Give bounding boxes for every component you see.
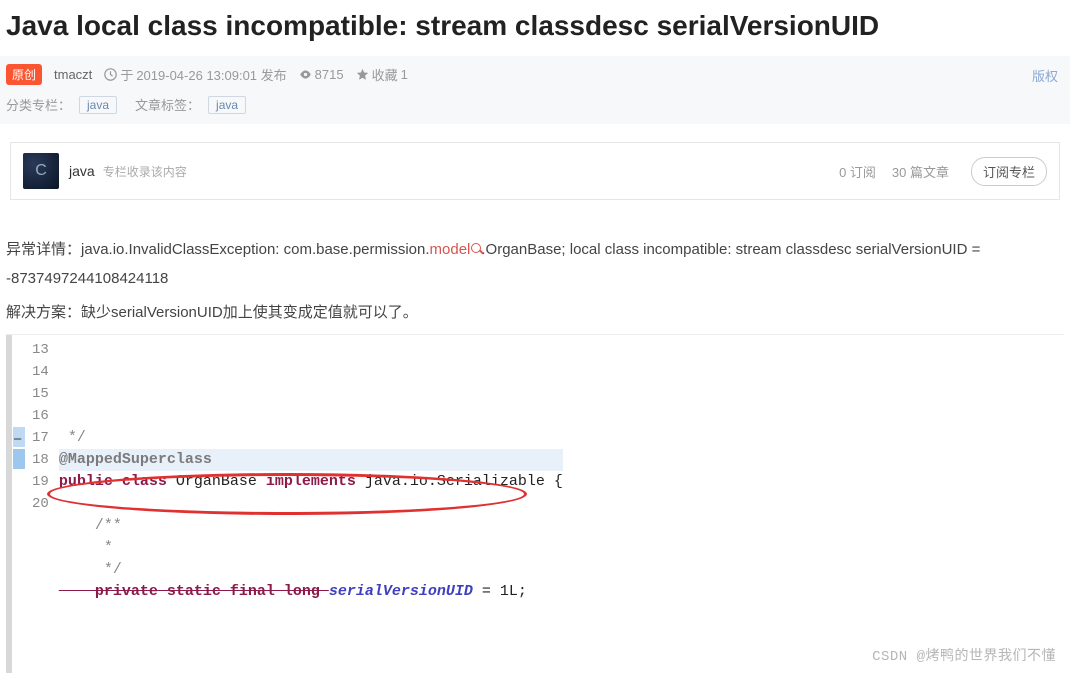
copyright-link[interactable]: 版权 [1032, 66, 1058, 85]
original-badge: 原创 [6, 64, 42, 85]
model-link[interactable]: model [430, 241, 482, 258]
eye-icon [299, 68, 312, 81]
code-block: − 1314151617181920 */ @MappedSuperclass … [6, 334, 1064, 673]
view-count: 8715 [299, 67, 344, 82]
star-icon [356, 68, 369, 81]
line-numbers: 1314151617181920 [26, 335, 59, 673]
category-tag[interactable]: java [79, 96, 117, 114]
meta-bar: 原创 tmaczt 于 2019-04-26 13:09:01 发布 8715 … [0, 56, 1070, 124]
solution-text: 解决方案：缺少serialVersionUID加上使其变成定值就可以了。 [6, 299, 1064, 328]
column-card: C java 专栏收录该内容 0 订阅 30 篇文章 订阅专栏 [10, 142, 1060, 200]
exception-detail: 异常详情：java.io.InvalidClassException: com.… [6, 236, 1064, 293]
code-lines: */ @MappedSuperclass public class OrganB… [59, 335, 563, 673]
subscribe-button[interactable]: 订阅专栏 [971, 157, 1047, 186]
article-title: Java local class incompatible: stream cl… [0, 0, 1070, 56]
fold-mark-icon[interactable]: − [13, 427, 25, 447]
column-desc: 专栏收录该内容 [103, 163, 187, 180]
fold-gutter: − [12, 335, 26, 673]
article-tag[interactable]: java [208, 96, 246, 114]
tag-label: 文章标签： [135, 95, 200, 114]
article-content: 异常详情：java.io.InvalidClassException: com.… [0, 200, 1070, 673]
category-label: 分类专栏： [6, 95, 71, 114]
column-articles: 30 篇文章 [892, 162, 949, 181]
author-link[interactable]: tmaczt [54, 67, 92, 82]
column-name[interactable]: java [69, 163, 95, 179]
publish-time: 于 2019-04-26 13:09:01 发布 [104, 65, 286, 84]
favorite-count[interactable]: 收藏 1 [356, 65, 408, 84]
watermark: CSDN @烤鸭的世界我们不懂 [872, 644, 1056, 671]
clock-icon [104, 68, 117, 81]
fold-mark-icon[interactable] [13, 449, 25, 469]
column-subscribers: 0 订阅 [839, 162, 876, 181]
column-thumb[interactable]: C [23, 153, 59, 189]
search-icon [471, 243, 481, 253]
